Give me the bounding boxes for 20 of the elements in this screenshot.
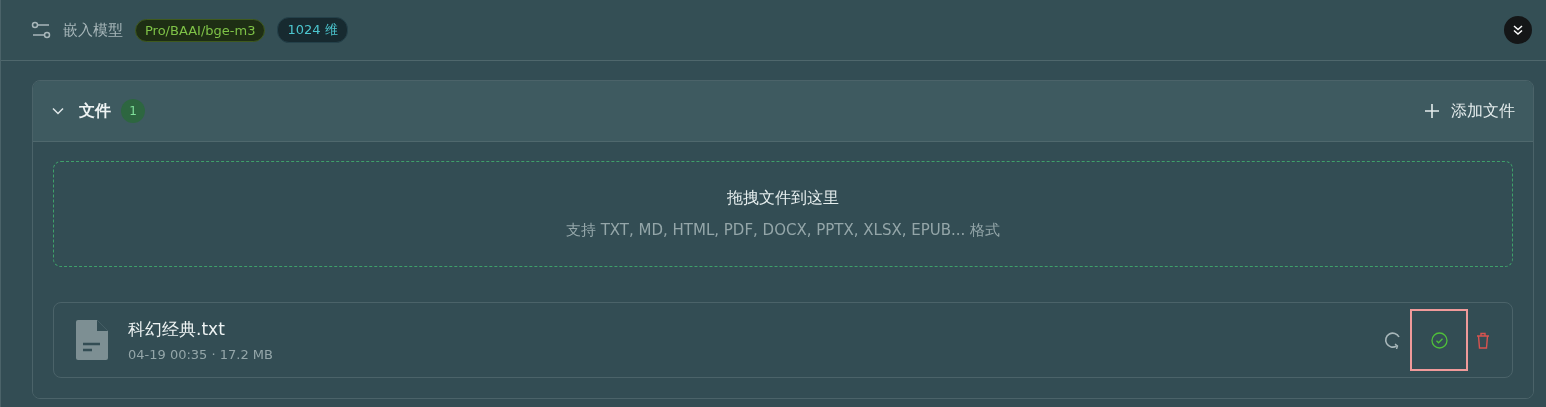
dimension-tag: 1024 维	[277, 17, 348, 43]
sliders-icon	[31, 21, 51, 39]
double-chevron-icon	[1512, 24, 1524, 36]
dropzone-title: 拖拽文件到这里	[727, 188, 839, 209]
document-icon	[76, 320, 108, 360]
section-title: 嵌入模型	[63, 20, 123, 40]
refresh-icon	[1384, 331, 1402, 349]
dropzone[interactable]: 拖拽文件到这里 支持 TXT, MD, HTML, PDF, DOCX, PPTX, XLSX, EPUB... 格式	[53, 161, 1513, 267]
dropzone-hint: 支持 TXT, MD, HTML, PDF, DOCX, PPTX, XLSX, EPUB... 格式	[565, 221, 1001, 240]
count-badge: 1	[121, 99, 145, 123]
file-meta: 04-19 00:35 · 17.2 MB	[128, 347, 273, 362]
add-file-button[interactable]: 添加文件	[1425, 94, 1515, 128]
refresh-button[interactable]	[1384, 331, 1402, 349]
trash-icon	[1476, 331, 1490, 349]
check-circle-icon	[1430, 331, 1448, 349]
file-name: 科幻经典.txt	[128, 318, 226, 341]
model-tag: Pro/BAAI/bge-m3	[135, 18, 266, 42]
collapse-button[interactable]	[1504, 16, 1532, 44]
plus-icon	[1425, 104, 1439, 118]
panel-title: 文件	[79, 100, 111, 122]
